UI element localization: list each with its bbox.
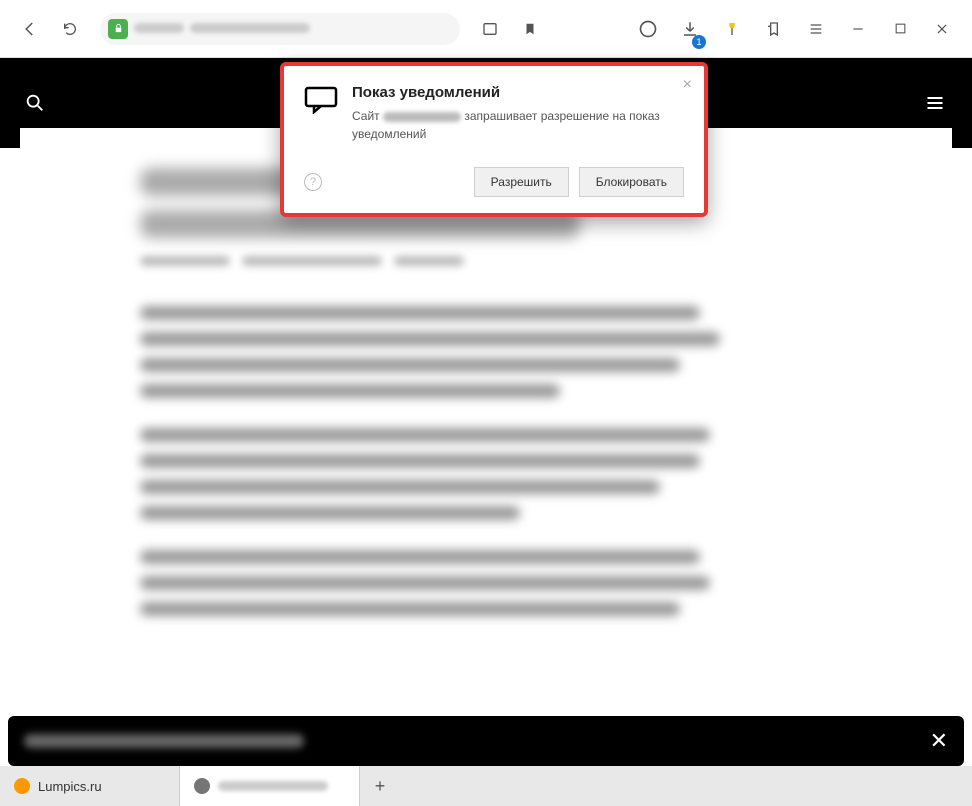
bookmarks-panel-icon[interactable] [756, 11, 792, 47]
dialog-title: Показ уведомлений [352, 84, 684, 101]
cookie-text [24, 734, 304, 748]
extension-icon[interactable] [714, 11, 750, 47]
back-button[interactable] [12, 11, 48, 47]
maximize-button[interactable] [882, 11, 918, 47]
search-icon[interactable] [24, 92, 46, 114]
reload-button[interactable] [52, 11, 88, 47]
favicon-icon [194, 778, 210, 794]
browser-toolbar: 1 [0, 0, 972, 58]
lock-icon [108, 19, 128, 39]
notification-permission-dialog: × Показ уведомлений Сайт запрашивает раз… [280, 62, 708, 217]
minimize-button[interactable] [840, 11, 876, 47]
menu-icon[interactable] [798, 11, 834, 47]
bookmark-icon[interactable] [512, 11, 548, 47]
speech-bubble-icon [304, 86, 338, 114]
allow-button[interactable]: Разрешить [474, 167, 569, 197]
tab-current[interactable] [180, 766, 360, 806]
url-text [134, 23, 452, 35]
dialog-close-button[interactable]: × [683, 76, 692, 94]
new-tab-button[interactable]: + [360, 766, 400, 806]
help-icon[interactable]: ? [304, 173, 322, 191]
tab-label-blurred [218, 781, 328, 791]
cookie-close-button[interactable]: ✕ [930, 728, 948, 754]
dialog-text: Сайт запрашивает разрешение на показ уве… [352, 107, 684, 143]
tab-strip: Lumpics.ru + [0, 766, 972, 806]
site-menu-icon[interactable] [922, 93, 948, 113]
yandex-icon[interactable] [630, 11, 666, 47]
tab-label: Lumpics.ru [38, 779, 102, 794]
site-name-redacted [383, 112, 461, 122]
cookie-banner: ✕ [8, 716, 964, 766]
tab-lumpics[interactable]: Lumpics.ru [0, 766, 180, 806]
download-badge: 1 [692, 35, 706, 49]
close-window-button[interactable] [924, 11, 960, 47]
downloads-button[interactable]: 1 [672, 11, 708, 47]
address-bar[interactable] [100, 13, 460, 45]
reader-icon[interactable] [472, 11, 508, 47]
favicon-icon [14, 778, 30, 794]
block-button[interactable]: Блокировать [579, 167, 684, 197]
